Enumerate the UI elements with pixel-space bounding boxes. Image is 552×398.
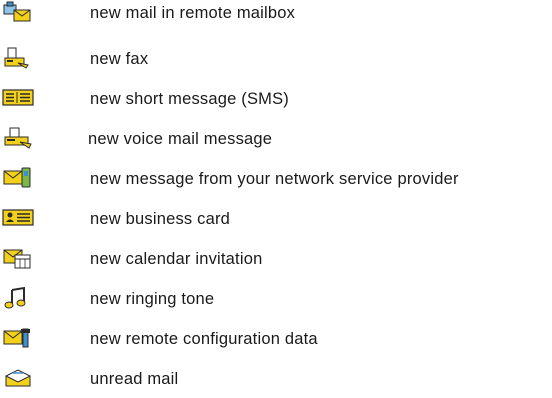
legend-row-remote-configuration: new remote configuration data (0, 326, 552, 358)
legend-label: new mail in remote mailbox (90, 4, 296, 22)
remote-configuration-icon (2, 326, 36, 352)
legend-label: new message from your network service pr… (90, 170, 459, 188)
legend-row-network-provider: new message from your network service pr… (0, 166, 552, 198)
legend-row-fax: new fax (0, 46, 552, 78)
legend-label: new business card (90, 210, 231, 228)
network-provider-message-icon (2, 166, 36, 192)
legend-row-voice-mail: new voice mail message (0, 126, 552, 158)
legend-label: new short message (SMS) (90, 90, 289, 108)
legend-label: new remote configuration data (90, 330, 318, 348)
legend-row-ringing-tone: new ringing tone (0, 286, 552, 318)
legend-row-calendar-invitation: new calendar invitation (0, 246, 552, 278)
legend-label: unread mail (90, 370, 179, 388)
legend-row-unread-mail: unread mail (0, 366, 552, 398)
voice-mail-icon (2, 126, 36, 152)
remote-mailbox-icon (2, 0, 36, 26)
business-card-icon (2, 206, 36, 232)
legend-row-business-card: new business card (0, 206, 552, 238)
fax-icon (2, 46, 36, 72)
ringing-tone-icon (2, 286, 36, 312)
sms-icon (2, 86, 36, 112)
legend-row-sms: new short message (SMS) (0, 86, 552, 118)
calendar-invitation-icon (2, 246, 36, 272)
legend-label: new calendar invitation (90, 250, 263, 268)
unread-mail-icon (2, 366, 36, 392)
legend-label: new fax (90, 50, 149, 68)
legend-label: new voice mail message (88, 130, 273, 148)
legend-row-remote-mailbox: new mail in remote mailbox (0, 0, 552, 32)
legend-label: new ringing tone (90, 290, 215, 308)
